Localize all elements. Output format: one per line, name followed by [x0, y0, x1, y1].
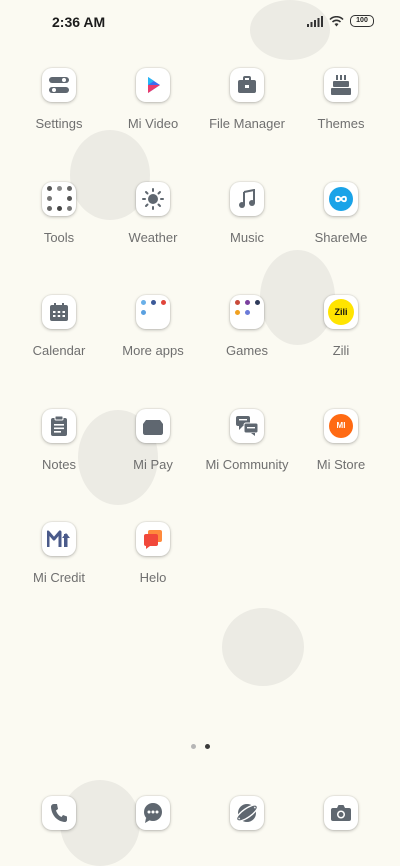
settings-icon — [49, 77, 69, 93]
app-label: More apps — [122, 343, 184, 358]
mi-store-icon: MI — [329, 413, 353, 438]
folder-icon — [45, 185, 73, 213]
folder-tools[interactable]: Tools — [12, 181, 106, 296]
infinity-icon — [329, 186, 353, 211]
app-mi-video[interactable]: Mi Video — [106, 68, 200, 182]
dock-browser[interactable] — [200, 796, 294, 830]
helo-icon — [144, 530, 162, 549]
app-label: Games — [226, 343, 268, 358]
app-mi-pay[interactable]: Mi Pay — [106, 408, 200, 523]
dock-phone[interactable] — [12, 796, 106, 830]
messages-icon — [144, 803, 162, 823]
app-label: Mi Video — [127, 116, 179, 131]
dock-camera[interactable] — [294, 796, 388, 830]
signal-icon — [307, 15, 323, 27]
app-label: Calendar — [32, 343, 86, 358]
app-calendar[interactable]: Calendar — [12, 295, 106, 409]
app-label: Settings — [35, 116, 83, 131]
app-grid: Settings Mi Video File Manager Themes To… — [12, 68, 388, 636]
mi-credit-icon — [47, 530, 70, 547]
camera-icon — [331, 805, 351, 821]
cake-icon — [331, 75, 351, 95]
page-indicator — [0, 744, 400, 749]
app-label: Music — [230, 229, 264, 245]
page-dot[interactable] — [190, 744, 196, 749]
app-label: Mi Pay — [133, 456, 173, 472]
dock-messages[interactable] — [106, 796, 200, 830]
browser-icon — [236, 804, 258, 822]
clipboard-icon — [51, 415, 67, 436]
app-label: Mi Community — [205, 456, 289, 472]
dock — [12, 796, 388, 830]
status-time: 2:36 AM — [52, 14, 106, 30]
status-icons: 100 — [307, 15, 374, 27]
app-mi-store[interactable]: MI Mi Store — [294, 408, 388, 523]
wifi-icon — [329, 15, 344, 26]
app-label: ShareMe — [314, 229, 368, 245]
sun-icon — [142, 187, 164, 210]
app-label: Zili — [332, 343, 350, 358]
battery-icon: 100 — [350, 15, 374, 27]
calendar-icon — [50, 303, 68, 321]
folder-icon — [139, 298, 167, 326]
app-label: Helo — [139, 570, 167, 585]
app-shareme[interactable]: ShareMe — [294, 181, 388, 296]
app-label: Mi Credit — [32, 570, 85, 585]
app-label: Tools — [43, 229, 75, 245]
app-themes[interactable]: Themes — [294, 68, 388, 182]
app-mi-community[interactable]: Mi Community — [200, 408, 294, 523]
wallet-icon — [143, 419, 163, 435]
folder-more-apps[interactable]: More apps — [106, 295, 200, 409]
app-music[interactable]: Music — [200, 181, 294, 296]
app-settings[interactable]: Settings — [12, 68, 106, 182]
app-zili[interactable]: Zili Zili — [294, 295, 388, 409]
app-weather[interactable]: Weather — [106, 181, 200, 296]
app-mi-credit[interactable]: Mi Credit — [12, 522, 106, 636]
phone-icon — [51, 804, 67, 822]
app-label: Notes — [42, 456, 76, 472]
chat-bubbles-icon — [236, 415, 259, 436]
page-dot-active[interactable] — [204, 744, 210, 749]
app-helo[interactable]: Helo — [106, 522, 200, 636]
play-icon — [148, 77, 160, 93]
app-file-manager[interactable]: File Manager — [200, 68, 294, 182]
zili-icon: Zili — [328, 299, 354, 325]
app-label: Weather — [128, 229, 178, 245]
folder-games[interactable]: Games — [200, 295, 294, 409]
app-notes[interactable]: Notes — [12, 408, 106, 523]
app-label: Mi Store — [316, 456, 366, 472]
briefcase-icon — [238, 76, 256, 93]
folder-icon — [233, 298, 261, 326]
app-label: Themes — [317, 116, 365, 131]
status-bar: 2:36 AM 100 — [0, 0, 400, 44]
music-note-icon — [239, 188, 255, 208]
app-label: File Manager — [209, 116, 285, 131]
